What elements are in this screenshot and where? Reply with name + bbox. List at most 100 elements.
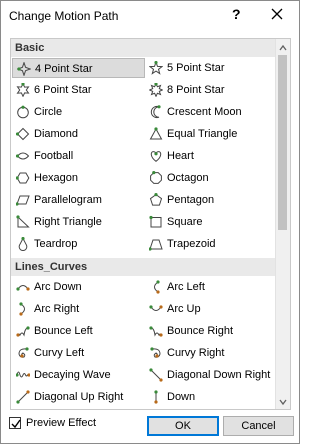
motion-path-label: Pentagon	[167, 194, 215, 206]
motion-path-label: Crescent Moon	[167, 106, 242, 118]
motion-path-item-heart[interactable]: Heart	[145, 146, 278, 166]
motion-path-item-teardrop[interactable]: Teardrop	[12, 234, 145, 254]
motion-path-label: Arc Up	[167, 303, 201, 315]
motion-path-label: Diagonal Up Right	[34, 391, 124, 403]
close-button[interactable]	[267, 4, 287, 24]
motion-path-item-bounce-right[interactable]: Bounce Right	[145, 321, 278, 341]
ok-button[interactable]: OK	[147, 416, 219, 436]
scroll-up-icon[interactable]	[279, 43, 287, 51]
motion-path-item-5-point-star[interactable]: 5 Point Star	[145, 58, 278, 78]
motion-path-item-arc-left[interactable]: Arc Left	[145, 277, 278, 297]
motion-path-item-octagon[interactable]: Octagon	[145, 168, 278, 188]
motion-path-label: Hexagon	[34, 172, 79, 184]
square-icon	[149, 215, 163, 229]
motion-path-item-trapezoid[interactable]: Trapezoid	[145, 234, 278, 254]
motion-path-item-square[interactable]: Square	[145, 212, 278, 232]
preview-effect-label: Preview Effect	[26, 417, 97, 429]
motion-path-label: Arc Right	[34, 303, 80, 315]
title-bar: Change Motion Path ?	[1, 1, 299, 31]
motion-path-item-curvy-left[interactable]: Curvy Left	[12, 343, 145, 363]
curvy-left-icon	[16, 346, 30, 360]
star8-icon	[149, 83, 163, 97]
motion-path-label: Octagon	[167, 172, 209, 184]
diagonal-up-right-icon	[16, 390, 30, 404]
motion-path-list[interactable]: Basic 4 Point Star 5 Point Star 6 Point Sta…	[10, 38, 291, 410]
arc-down-icon	[16, 280, 30, 294]
motion-path-item-hexagon[interactable]: Hexagon	[12, 168, 145, 188]
equal-triangle-icon	[149, 127, 163, 141]
motion-path-item-arc-down[interactable]: Arc Down	[12, 277, 145, 297]
motion-path-label: Bounce Right	[167, 325, 234, 337]
parallelogram-icon	[16, 193, 30, 207]
dialog-footer: Preview Effect OK Cancel	[1, 410, 299, 445]
motion-path-item-6-point-star[interactable]: 6 Point Star	[12, 80, 145, 100]
bounce-right-icon	[149, 324, 163, 338]
help-button[interactable]: ?	[232, 6, 241, 22]
motion-path-label: Trapezoid	[167, 238, 216, 250]
motion-path-item-parallelogram[interactable]: Parallelogram	[12, 190, 145, 210]
diagonal-down-right-icon	[149, 368, 163, 382]
teardrop-icon	[16, 237, 30, 251]
change-motion-path-dialog: Change Motion Path ? Basic 4 Point Star 5 …	[0, 0, 300, 444]
motion-path-item-right-triangle[interactable]: Right Triangle	[12, 212, 145, 232]
motion-path-label: 8 Point Star	[167, 84, 225, 96]
motion-path-label: Football	[34, 150, 74, 162]
cancel-button[interactable]: Cancel	[223, 416, 294, 436]
motion-path-label: Right Triangle	[34, 216, 102, 228]
motion-path-item-4-point-star[interactable]: 4 Point Star	[12, 58, 145, 78]
motion-path-label: Arc Down	[34, 281, 82, 293]
motion-path-item-curvy-right[interactable]: Curvy Right	[145, 343, 278, 363]
motion-path-label: Arc Left	[167, 281, 205, 293]
motion-path-item-arc-up[interactable]: Arc Up	[145, 299, 278, 319]
motion-path-label: Diamond	[34, 128, 79, 140]
bounce-left-icon	[16, 324, 30, 338]
group-label: Basic	[15, 42, 45, 54]
motion-path-label: Diagonal Down Right	[167, 369, 271, 381]
motion-path-item-bounce-left[interactable]: Bounce Left	[12, 321, 145, 341]
motion-path-label: Equal Triangle	[167, 128, 238, 140]
star5-icon	[149, 61, 163, 75]
group-header-basic: Basic	[11, 39, 277, 57]
diamond-icon	[16, 127, 30, 141]
arc-right-icon	[16, 302, 30, 316]
decaying-wave-icon	[16, 368, 30, 382]
motion-path-item-football[interactable]: Football	[12, 146, 145, 166]
motion-path-item-pentagon[interactable]: Pentagon	[145, 190, 278, 210]
motion-path-item-diagonal-down-right[interactable]: Diagonal Down Right	[145, 365, 278, 385]
star6-icon	[16, 83, 30, 97]
list-scrollbar[interactable]	[275, 39, 290, 409]
motion-path-item-8-point-star[interactable]: 8 Point Star	[145, 80, 278, 100]
motion-path-label: 4 Point Star	[35, 63, 93, 75]
football-icon	[16, 149, 30, 163]
motion-path-label: Decaying Wave	[34, 369, 111, 381]
scroll-down-icon[interactable]	[279, 397, 287, 406]
octagon-icon	[149, 171, 163, 185]
motion-path-label: Curvy Right	[167, 347, 225, 359]
arc-up-icon	[149, 302, 163, 316]
motion-path-label: Bounce Left	[34, 325, 93, 337]
motion-path-label: 5 Point Star	[167, 62, 225, 74]
arc-left-icon	[149, 280, 163, 294]
scroll-thumb[interactable]	[278, 55, 287, 230]
close-icon	[267, 4, 287, 24]
hexagon-icon	[16, 171, 30, 185]
motion-path-item-circle[interactable]: Circle	[12, 102, 145, 122]
checkbox-box[interactable]	[9, 417, 21, 429]
down-icon	[149, 390, 163, 404]
motion-path-item-arc-right[interactable]: Arc Right	[12, 299, 145, 319]
motion-path-item-down[interactable]: Down	[145, 387, 278, 407]
group-label: Lines_Curves	[15, 261, 88, 273]
motion-path-item-diagonal-up-right[interactable]: Diagonal Up Right	[12, 387, 145, 407]
motion-path-label: Parallelogram	[34, 194, 102, 206]
motion-path-item-diamond[interactable]: Diamond	[12, 124, 145, 144]
motion-path-label: Curvy Left	[34, 347, 85, 359]
motion-path-item-decaying-wave[interactable]: Decaying Wave	[12, 365, 145, 385]
motion-path-item-crescent-moon[interactable]: Crescent Moon	[145, 102, 278, 122]
trapezoid-icon	[149, 237, 163, 251]
motion-path-label: Teardrop	[34, 238, 78, 250]
motion-path-label: Circle	[34, 106, 63, 118]
circle-icon	[16, 105, 30, 119]
motion-path-label: 6 Point Star	[34, 84, 92, 96]
crescent-moon-icon	[149, 105, 163, 119]
motion-path-item-equal-triangle[interactable]: Equal Triangle	[145, 124, 278, 144]
